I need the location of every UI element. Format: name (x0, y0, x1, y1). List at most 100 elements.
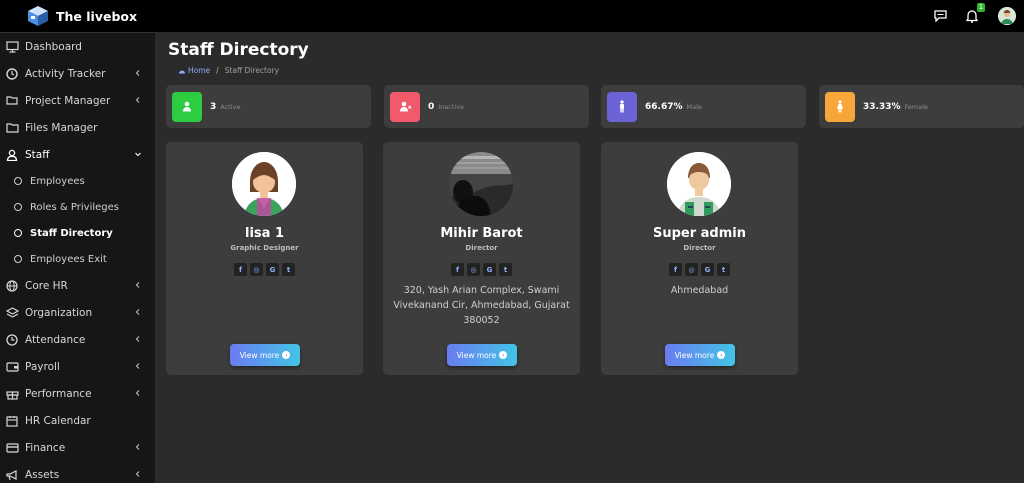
sidebar-item-core-hr[interactable]: Core HR (0, 272, 155, 299)
chevron-left-icon (135, 336, 140, 342)
twitter-icon[interactable]: t (499, 263, 512, 276)
twitter-icon[interactable]: t (717, 263, 730, 276)
view-more-button[interactable]: View more › (230, 344, 300, 366)
sidebar-item-activity-tracker[interactable]: Activity Tracker (0, 60, 155, 87)
stat-label: Female (904, 102, 929, 111)
sidebar-item-label: Activity Tracker (25, 67, 106, 80)
user-icon (5, 148, 19, 162)
female-icon (825, 91, 855, 122)
staff-role: Director (683, 244, 716, 252)
staff-card: Mihir Barot Director f ◎ G t 320, Yash A… (383, 142, 580, 375)
breadcrumb-current: Staff Directory (224, 66, 280, 75)
brand-name: The livebox (56, 8, 138, 24)
sidebar-subitem-employees-exit[interactable]: Employees Exit (0, 246, 155, 272)
stat-card-male: 66.67% Male (601, 85, 806, 128)
sidebar-item-attendance[interactable]: Attendance (0, 326, 155, 353)
stat-value: 0 (428, 101, 435, 112)
facebook-icon[interactable]: f (451, 263, 464, 276)
staff-address: Ahmedabad (670, 285, 729, 296)
sidebar-item-performance[interactable]: Performance (0, 380, 155, 407)
social-links: f ◎ G t (601, 263, 798, 276)
breadcrumb: Home / Staff Directory (178, 66, 279, 75)
clock-icon (5, 67, 19, 81)
view-more-button[interactable]: View more › (447, 344, 517, 366)
sidebar-item-finance[interactable]: Finance (0, 434, 155, 461)
user-avatar[interactable] (998, 7, 1016, 25)
sidebar-item-label: Staff (25, 148, 50, 161)
sidebar-item-staff[interactable]: Staff (0, 141, 155, 168)
sidebar-subitem-staff-directory[interactable]: Staff Directory (0, 220, 155, 246)
staff-name: Mihir Barot (440, 226, 523, 241)
sidebar-item-label: HR Calendar (25, 414, 91, 427)
stat-label: Male (686, 102, 702, 111)
sidebar-item-assets[interactable]: Assets (0, 461, 155, 483)
chevron-left-icon (135, 390, 140, 396)
chevron-left-icon (135, 444, 140, 450)
main-content: Staff Directory Home / Staff Directory 3… (155, 32, 1024, 483)
view-more-label: View more (456, 350, 497, 360)
sidebar-item-label: Files Manager (25, 121, 98, 134)
chevron-left-icon (135, 471, 140, 477)
sidebar-item-project-manager[interactable]: Project Manager (0, 87, 155, 114)
sidebar-item-label: Payroll (25, 360, 60, 373)
google-icon[interactable]: G (266, 263, 279, 276)
instagram-icon[interactable]: ◎ (467, 263, 480, 276)
sidebar-subitem-label: Employees (30, 175, 85, 187)
staff-card: lisa 1 Graphic Designer f ◎ G t View mor… (166, 142, 363, 375)
social-links: f ◎ G t (166, 263, 363, 276)
view-more-label: View more (239, 350, 280, 360)
sidebar-item-dashboard[interactable]: Dashboard (0, 33, 155, 60)
instagram-icon[interactable]: ◎ (685, 263, 698, 276)
staff-address: 320, Yash Arian Complex, Swami Vivekanan… (393, 285, 570, 326)
sidebar-subitem-label: Roles & Privileges (30, 201, 119, 213)
chat-icon[interactable] (932, 8, 948, 24)
arrow-right-icon: › (499, 351, 508, 359)
stat-card-inactive: 0 Inactive (384, 85, 589, 128)
sidebar-item-label: Organization (25, 306, 93, 319)
sidebar-item-label: Assets (25, 468, 60, 481)
facebook-icon[interactable]: f (234, 263, 247, 276)
sidebar-item-organization[interactable]: Organization (0, 299, 155, 326)
sidebar-item-label: Finance (25, 441, 66, 454)
brand[interactable]: The livebox (26, 4, 137, 28)
circle-icon (14, 229, 22, 237)
monitor-icon (5, 40, 19, 54)
google-icon[interactable]: G (701, 263, 714, 276)
arrow-right-icon: › (717, 351, 726, 359)
staff-role: Director (465, 244, 498, 252)
twitter-icon[interactable]: t (282, 263, 295, 276)
staff-name: Super admin (652, 226, 746, 241)
facebook-icon[interactable]: f (669, 263, 682, 276)
sidebar-item-files-manager[interactable]: Files Manager (0, 114, 155, 141)
bell-icon[interactable]: 1 (964, 3, 985, 24)
layers-icon (5, 306, 19, 320)
wallet-icon (5, 360, 19, 374)
stat-value: 66.67% (645, 101, 683, 112)
folder-open-icon (5, 94, 19, 108)
circle-icon (14, 255, 22, 263)
sidebar-item-label: Dashboard (25, 40, 82, 53)
avatar (232, 152, 296, 216)
user-icon (172, 91, 202, 122)
view-more-button[interactable]: View more › (665, 344, 735, 366)
stat-label: Active (220, 102, 241, 111)
breadcrumb-home[interactable]: Home (178, 66, 210, 75)
instagram-icon[interactable]: ◎ (250, 263, 263, 276)
clock-icon (5, 333, 19, 347)
staff-name: lisa 1 (245, 226, 284, 241)
sidebar-subitem-label: Employees Exit (30, 253, 107, 265)
sidebar-item-payroll[interactable]: Payroll (0, 353, 155, 380)
circle-icon (14, 177, 22, 185)
stat-value: 33.33% (863, 101, 901, 112)
stat-card-female: 33.33% Female (819, 85, 1024, 128)
google-icon[interactable]: G (483, 263, 496, 276)
stat-label: Inactive (438, 102, 465, 111)
social-links: f ◎ G t (383, 263, 580, 276)
notification-badge: 1 (977, 3, 985, 12)
sidebar-item-hr-calendar[interactable]: HR Calendar (0, 407, 155, 434)
breadcrumb-home-label: Home (188, 66, 211, 75)
sidebar-subitem-employees[interactable]: Employees (0, 168, 155, 194)
dashboard-icon (179, 70, 185, 74)
chevron-left-icon (135, 309, 140, 315)
sidebar-subitem-roles[interactable]: Roles & Privileges (0, 194, 155, 220)
